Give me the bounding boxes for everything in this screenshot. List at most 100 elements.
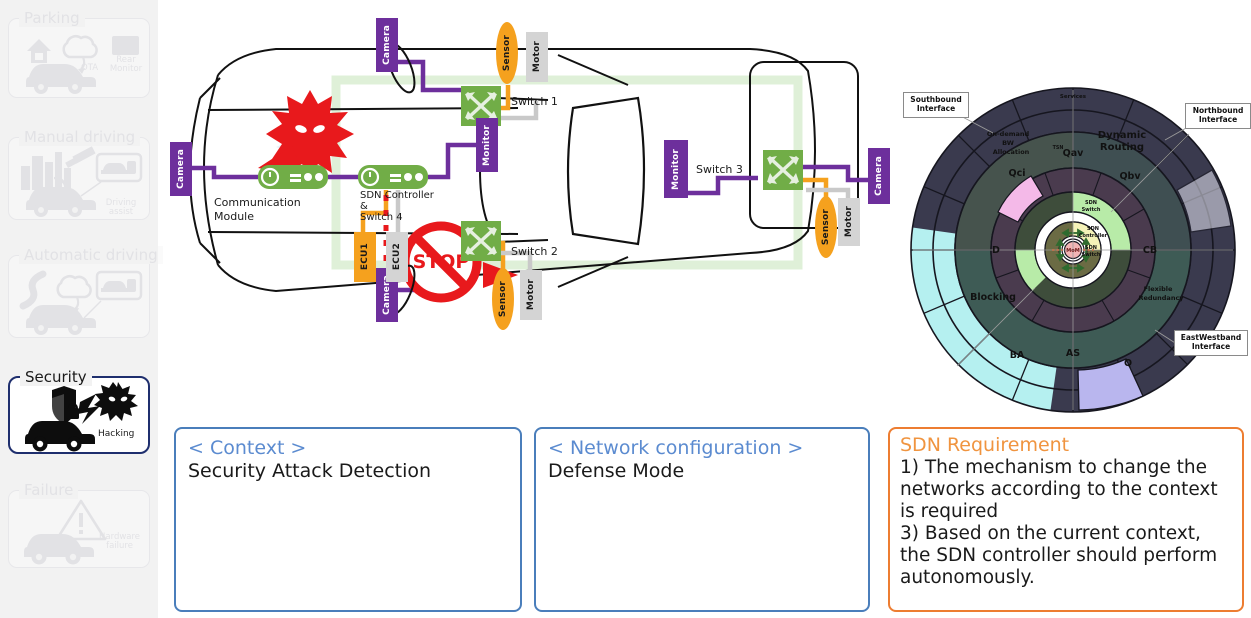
sidebar-item-manual-driving[interactable]: Manual driving Driving assist bbox=[8, 128, 150, 220]
context-box-header: < Context > bbox=[188, 437, 307, 459]
wire-monitor3-switch3 bbox=[688, 175, 758, 196]
sidebar-item-parking-label: Parking bbox=[19, 9, 85, 27]
wheel-label-flex-2: Redundancy bbox=[1138, 294, 1184, 302]
switch-2-icon bbox=[461, 221, 501, 261]
ecu2-label: ECU2 bbox=[391, 243, 402, 271]
network-configuration-body: Defense Mode bbox=[548, 459, 685, 482]
monitor-front[interactable]: Monitor bbox=[476, 118, 498, 172]
wheel-label-ondemand-2: BW bbox=[1002, 139, 1014, 147]
security-sublabel-hacking: Hacking bbox=[98, 429, 135, 439]
wheel-label-mom: MoM bbox=[1066, 248, 1079, 254]
sidebar-item-manual-driving-label: Manual driving bbox=[19, 128, 141, 146]
manual-driving-sublabel: Driving assist bbox=[105, 198, 137, 217]
sdn-requirement-header: SDN Requirement bbox=[900, 434, 1070, 456]
sensor-right-label: Sensor bbox=[820, 208, 831, 246]
sdn-controller-label: SDN Controller & Switch 4 bbox=[360, 190, 434, 224]
sensor-right[interactable]: Sensor bbox=[815, 196, 837, 258]
sidebar-item-failure[interactable]: Failure Hardware failure bbox=[8, 481, 150, 568]
wheel-label-as: AS bbox=[1066, 348, 1080, 359]
sdn-capability-wheel: Services Dynamic Routing On-demand BW Al… bbox=[893, 78, 1251, 418]
monitor-front-label: Monitor bbox=[481, 124, 492, 166]
context-box-body: Security Attack Detection bbox=[188, 459, 432, 482]
wheel-label-sdn-switch-ring-2: Switch bbox=[1082, 207, 1101, 213]
wheel-label-q: Q bbox=[1124, 358, 1132, 369]
eastwestband-interface-callout: EastWestband Interface bbox=[1174, 330, 1248, 356]
camera-top[interactable]: Camera bbox=[376, 18, 398, 72]
wheel-label-sdn-switch-2: Switch bbox=[1082, 252, 1101, 258]
southbound-interface-callout: Southbound Interface bbox=[903, 92, 969, 118]
sidebar-item-automatic-driving-label: Automatic driving bbox=[19, 246, 163, 264]
wheel-label-services: Services bbox=[1060, 94, 1087, 100]
camera-left[interactable]: Camera bbox=[170, 142, 192, 196]
wheel-label-tsn: TSN bbox=[1053, 145, 1064, 151]
wheel-label-ba: BA bbox=[1010, 350, 1025, 361]
wheel-label-blocking: Blocking bbox=[970, 292, 1016, 303]
camera-right-label: Camera bbox=[873, 156, 884, 196]
parking-sublabel-rear-monitor: Rear Monitor bbox=[109, 55, 143, 74]
sdn-requirement-box: SDN Requirement 1) The mechanism to chan… bbox=[888, 427, 1244, 612]
switch-1-label: Switch 1 bbox=[511, 95, 558, 108]
northbound-interface-text: Northbound Interface bbox=[1192, 106, 1244, 124]
camera-right[interactable]: Camera bbox=[868, 148, 890, 204]
wheel-label-cb: CB bbox=[1143, 245, 1157, 256]
motor-top[interactable]: Motor bbox=[526, 32, 548, 82]
wheel-label-sdn-switch-ring-1: SDN bbox=[1085, 200, 1097, 206]
wire-purple-left bbox=[188, 165, 258, 180]
motor-right-label: Motor bbox=[843, 206, 854, 238]
wheel-label-dynamic-routing-2: Routing bbox=[1100, 142, 1144, 153]
southbound-interface-text: Southbound Interface bbox=[910, 95, 962, 113]
wheel-label-ondemand-3: Allocation bbox=[993, 148, 1030, 156]
wheel-label-sdn-controller-1: SDN bbox=[1087, 226, 1099, 232]
ecu1-label: ECU1 bbox=[359, 243, 370, 271]
stop-sign-text: STOP bbox=[413, 251, 470, 273]
wheel-label-dynamic-routing-1: Dynamic bbox=[1098, 130, 1147, 141]
security-illustration bbox=[25, 382, 138, 452]
sensor-top-label: Sensor bbox=[501, 34, 512, 72]
sidebar-item-security[interactable]: Security Hacking bbox=[8, 368, 150, 454]
northbound-interface-callout: Northbound Interface bbox=[1185, 103, 1251, 129]
monitor-rear[interactable]: Monitor bbox=[664, 140, 688, 198]
sidebar-item-parking[interactable]: Parking OTA Rear Monitor bbox=[8, 9, 150, 98]
ecu1[interactable]: ECU1 bbox=[354, 232, 376, 282]
context-box: < Context > Security Attack Detection bbox=[174, 427, 522, 612]
monitor-rear-label: Monitor bbox=[670, 148, 681, 190]
wheel-label-qci: Qci bbox=[1009, 168, 1026, 179]
sdn-requirement-body: 1) The mechanism to change the networks … bbox=[900, 456, 1218, 588]
automatic-driving-illustration bbox=[19, 270, 143, 335]
network-configuration-box: < Network configuration > Defense Mode bbox=[534, 427, 870, 612]
parking-sublabel-ota: OTA bbox=[81, 63, 99, 73]
failure-illustration bbox=[24, 499, 107, 565]
camera-top-label: Camera bbox=[381, 25, 392, 65]
sidebar-item-failure-label: Failure bbox=[19, 481, 79, 499]
wheel-label-sdn-switch-1: SDN bbox=[1085, 245, 1097, 251]
camera-left-label: Camera bbox=[175, 149, 186, 189]
wheel-label-sdn-controller-2: Controller bbox=[1079, 233, 1108, 239]
failure-sublabel: Hardware failure bbox=[99, 532, 141, 551]
wheel-label-qav: Qav bbox=[1063, 148, 1084, 159]
motor-bottom[interactable]: Motor bbox=[520, 270, 542, 320]
wheel-label-flex-1: Flexible bbox=[1144, 285, 1173, 293]
motor-bottom-label: Motor bbox=[525, 279, 536, 311]
wire-sdn-monitor bbox=[428, 142, 478, 180]
sidebar-item-automatic-driving[interactable]: Automatic driving bbox=[8, 246, 163, 338]
wheel-label-qbv: Qbv bbox=[1119, 171, 1141, 182]
wheel-label-d: D bbox=[992, 245, 1000, 256]
network-configuration-header: < Network configuration > bbox=[548, 437, 804, 459]
sdn-controller-switch4-icon bbox=[358, 165, 428, 189]
sensor-top[interactable]: Sensor bbox=[496, 22, 518, 84]
ecu2[interactable]: ECU2 bbox=[386, 232, 408, 282]
sensor-bottom-label: Sensor bbox=[497, 280, 508, 318]
switch-2-label: Switch 2 bbox=[511, 245, 558, 258]
eastwestband-interface-text: EastWestband Interface bbox=[1180, 333, 1242, 351]
motor-top-label: Motor bbox=[531, 41, 542, 73]
context-sidebar: Parking OTA Rear Monitor Manual driving bbox=[0, 0, 163, 618]
switch-3-label: Switch 3 bbox=[696, 163, 743, 176]
communication-module-icon bbox=[258, 165, 328, 189]
wheel-label-ondemand-1: On-demand bbox=[987, 130, 1030, 138]
sensor-bottom[interactable]: Sensor bbox=[492, 268, 514, 330]
communication-module-label: Communication Module bbox=[214, 196, 301, 223]
motor-right[interactable]: Motor bbox=[838, 198, 860, 246]
sdn-wheel-svg: Services Dynamic Routing On-demand BW Al… bbox=[910, 87, 1236, 413]
sidebar-item-security-label: Security bbox=[20, 368, 92, 386]
switch-3-icon bbox=[763, 150, 803, 190]
